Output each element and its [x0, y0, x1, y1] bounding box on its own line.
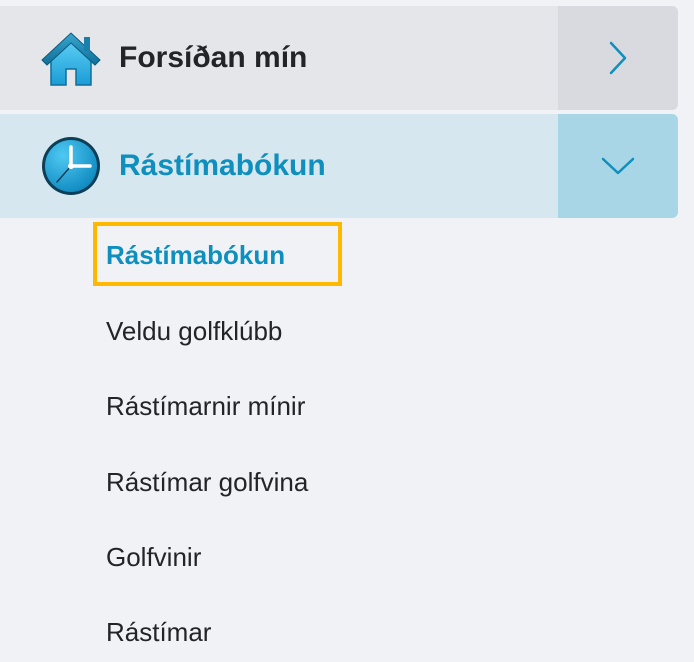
chevron-right-icon [609, 41, 627, 75]
menu-item-tee-booking-label: Rástímabókun [119, 149, 326, 182]
home-icon [41, 32, 101, 86]
submenu-item-friends-tee-times[interactable]: Rástímar golfvina [106, 467, 308, 497]
side-menu: Forsíðan mín Rástímabókun Rástímabókun V… [0, 0, 694, 662]
submenu-item-my-tee-times[interactable]: Rástímarnir mínir [106, 391, 305, 421]
chevron-down-icon [601, 157, 635, 175]
submenu-item-select-club[interactable]: Veldu golfklúbb [106, 316, 282, 346]
menu-item-home-label: Forsíðan mín [119, 41, 308, 74]
home-expand-toggle[interactable] [558, 6, 678, 110]
submenu-item-tee-booking[interactable]: Rástímabókun [106, 240, 285, 270]
submenu-item-golf-friends[interactable]: Golfvinir [106, 542, 201, 572]
menu-item-tee-booking[interactable]: Rástímabókun [0, 114, 678, 218]
menu-item-home[interactable]: Forsíðan mín [0, 6, 678, 110]
tee-booking-collapse-toggle[interactable] [558, 114, 678, 218]
clock-icon [42, 137, 100, 195]
submenu-item-tee-times[interactable]: Rástímar [106, 617, 211, 647]
